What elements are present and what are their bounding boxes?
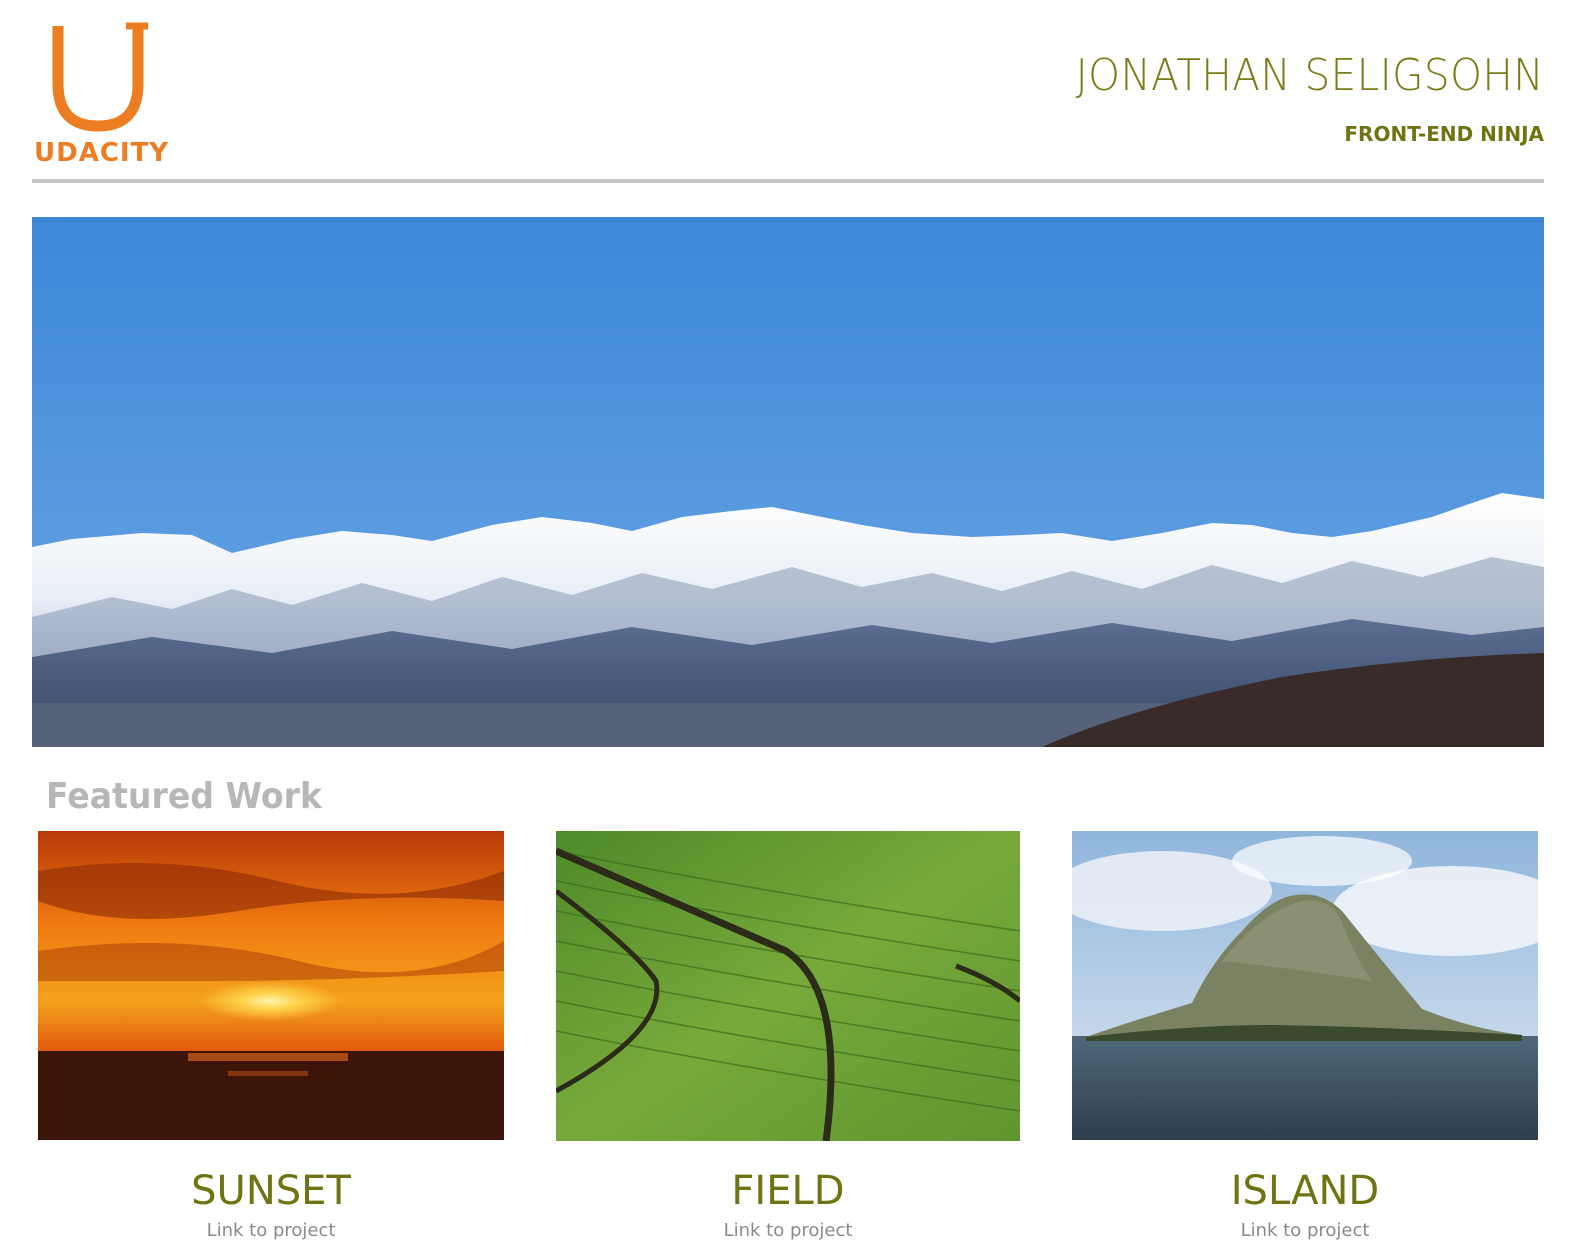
header-divider bbox=[32, 179, 1544, 183]
udacity-u-icon bbox=[52, 22, 148, 132]
project-title-island[interactable]: ISLAND bbox=[1072, 1168, 1538, 1214]
project-title-sunset[interactable]: SUNSET bbox=[38, 1168, 504, 1214]
udacity-logo[interactable]: UDACITY bbox=[34, 18, 174, 178]
project-link-sunset[interactable]: Link to project bbox=[38, 1220, 504, 1241]
featured-work-heading: Featured Work bbox=[46, 776, 323, 817]
project-card-field: FIELD Link to project bbox=[556, 831, 1020, 1241]
field-thumbnail[interactable] bbox=[556, 831, 1020, 1141]
author-name: JONATHAN SELIGSOHN bbox=[1075, 50, 1544, 101]
island-thumbnail[interactable] bbox=[1072, 831, 1538, 1140]
hero-image bbox=[32, 217, 1544, 747]
sunset-thumbnail[interactable] bbox=[38, 831, 504, 1140]
portfolio-page: UDACITY JONATHAN SELIGSOHN FRONT-END NIN… bbox=[0, 0, 1574, 1260]
author-role: FRONT-END NINJA bbox=[1344, 122, 1544, 146]
project-card-sunset: SUNSET Link to project bbox=[38, 831, 504, 1241]
project-link-field[interactable]: Link to project bbox=[556, 1220, 1020, 1241]
logo-wordmark: UDACITY bbox=[34, 138, 170, 168]
project-card-island: ISLAND Link to project bbox=[1072, 831, 1538, 1241]
project-title-field[interactable]: FIELD bbox=[556, 1168, 1020, 1214]
project-link-island[interactable]: Link to project bbox=[1072, 1220, 1538, 1241]
